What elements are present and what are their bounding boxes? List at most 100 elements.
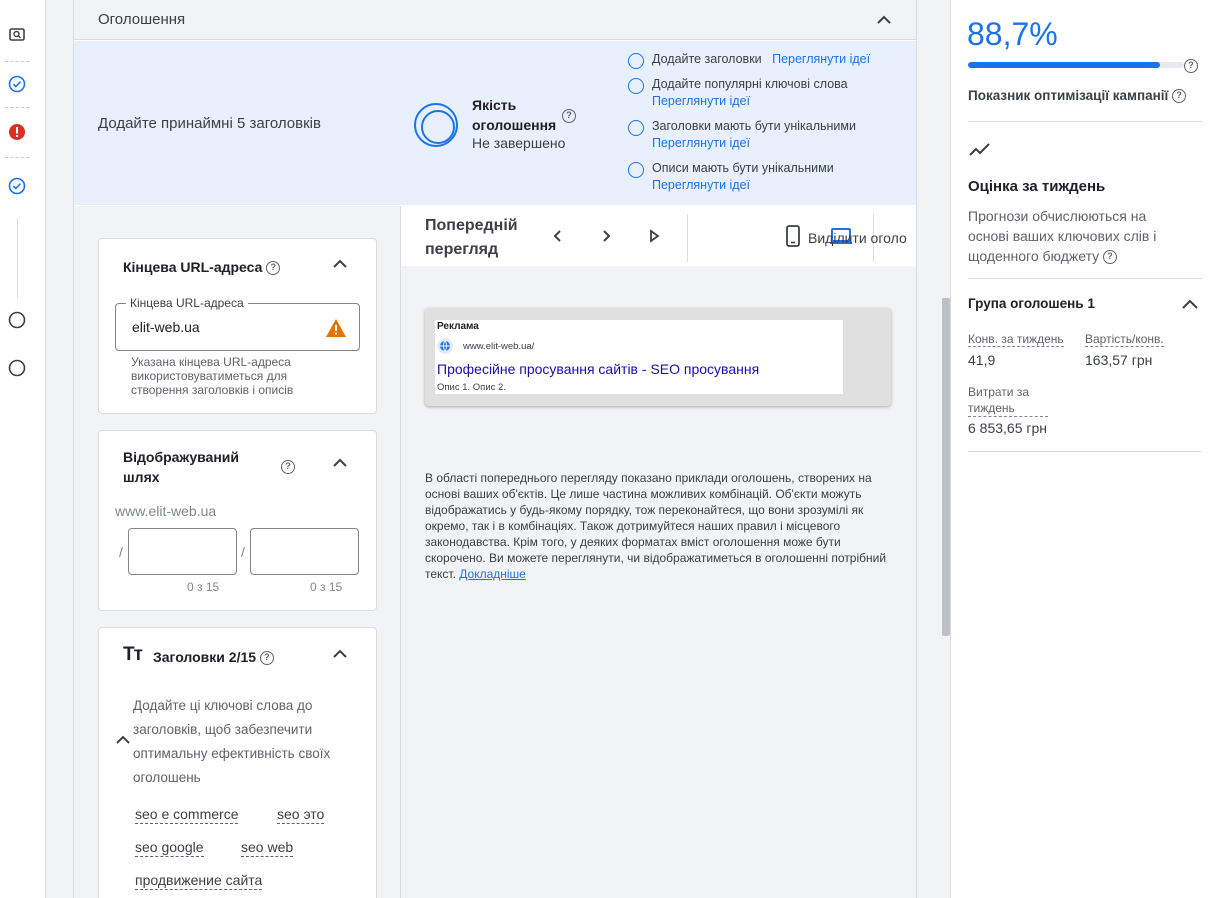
divider: [968, 278, 1202, 279]
path1-counter: 0 з 15: [187, 580, 220, 594]
preview-note-text: В області попереднього перегляду показан…: [425, 471, 887, 581]
ads-card: Оголошення Додайте принаймні 5 заголовкі…: [74, 0, 916, 898]
left-rail: [0, 0, 46, 898]
view-ideas-link[interactable]: Переглянути ідеї: [772, 52, 870, 66]
rail-connector: [17, 218, 18, 298]
metric-value: 163,57 грн: [1085, 352, 1153, 368]
optimization-progress: [968, 62, 1184, 68]
weekly-subtitle: Прогнози обчислюються на основі ваших кл…: [968, 206, 1168, 266]
metric-value: 41,9: [968, 352, 996, 368]
warning-icon: [326, 319, 346, 337]
chevron-right-icon[interactable]: [597, 227, 615, 245]
optimization-progress-fill: [968, 62, 1160, 68]
help-icon[interactable]: ?: [562, 107, 576, 125]
mobile-icon[interactable]: [783, 225, 803, 247]
ad-preview: Реклама www.elit-web.ua/ Професійне прос…: [435, 320, 843, 394]
step-pending-icon[interactable]: [8, 311, 26, 329]
headlines-box: Tт Заголовки 2/15 ? Додайте ці ключові с…: [98, 627, 377, 898]
rail-divider: [5, 107, 29, 108]
chevron-up-icon[interactable]: [1181, 296, 1199, 314]
headlines-title-text: Заголовки 2/15: [153, 649, 257, 665]
final-url-value[interactable]: elit-web.ua: [132, 319, 200, 335]
display-path-box: Відображуваний шлях ? www.elit-web.ua / …: [98, 430, 377, 611]
learn-more-link[interactable]: Докладніше: [459, 567, 526, 581]
help-icon[interactable]: ?: [1172, 89, 1187, 104]
divider: [968, 121, 1202, 122]
chevron-up-icon[interactable]: [115, 732, 131, 748]
final-url-field[interactable]: Кінцева URL-адреса elit-web.ua: [115, 296, 360, 351]
text-format-icon: Tт: [123, 644, 143, 665]
divider: [968, 451, 1202, 452]
chevron-up-icon[interactable]: [332, 256, 348, 272]
ad-description: Опис 1. Опис 2.: [437, 382, 506, 393]
ad-strength-status: Не завершено: [472, 135, 566, 151]
trending-icon: [969, 143, 990, 156]
help-icon[interactable]: ?: [1184, 59, 1198, 73]
tip-text: Додайте популярні ключові слова: [652, 77, 848, 91]
help-icon[interactable]: ?: [281, 460, 295, 474]
keyword-chip[interactable]: seo e commerce: [135, 806, 239, 824]
step-pending-icon[interactable]: [8, 359, 26, 377]
optimization-score: 88,7%: [967, 16, 1058, 52]
chevron-up-icon[interactable]: [332, 646, 348, 662]
headlines-title: Заголовки 2/15 ?: [153, 649, 274, 666]
preview-note: В області попереднього перегляду показан…: [425, 470, 891, 582]
view-ideas-link[interactable]: Переглянути ідеї: [652, 177, 916, 194]
ad-editor-column: Кінцева URL-адреса ? Кінцева URL-адреса …: [74, 206, 401, 898]
play-icon[interactable]: [645, 227, 663, 245]
tip-item: Описи мають бути унікальними Переглянути…: [626, 160, 916, 194]
chevron-up-icon[interactable]: [876, 12, 892, 28]
ad-strength-ring-icon: [414, 103, 458, 147]
globe-icon: [437, 338, 453, 354]
ad-preview-frame: Реклама www.elit-web.ua/ Професійне прос…: [425, 308, 891, 406]
help-icon[interactable]: ?: [259, 651, 274, 666]
step-complete-icon[interactable]: [8, 177, 26, 195]
keyword-chip[interactable]: seo это: [277, 806, 325, 824]
keyword-chip[interactable]: seo web: [241, 839, 294, 857]
rail-divider: [5, 61, 29, 62]
ad-strength-panel: Додайте принаймні 5 заголовків Якість ог…: [74, 41, 916, 205]
ad-strength-tips: Додайте заголовки Переглянути ідеї Додай…: [626, 51, 916, 202]
rail-divider: [5, 157, 29, 158]
empty-circle-icon: [628, 53, 644, 69]
path1-input[interactable]: [128, 528, 237, 575]
preview-icon[interactable]: [8, 26, 26, 44]
metric-value: 6 853,65 грн: [968, 420, 1048, 436]
step-complete-icon[interactable]: [8, 75, 26, 93]
tip-text: Описи мають бути унікальними: [652, 161, 834, 175]
preview-title: Попередній перегляд: [425, 217, 518, 258]
optimization-label: Показник оптимізації кампанії ?: [968, 88, 1187, 104]
keyword-chip[interactable]: продвижение сайта: [135, 872, 263, 890]
ad-strength-label: Якість оголошення: [472, 97, 557, 133]
tip-text: Заголовки мають бути унікальними: [652, 119, 856, 133]
final-url-helper: Указана кінцева URL-адреса використовува…: [131, 355, 294, 397]
final-url-title: Кінцева URL-адреса ?: [123, 259, 281, 276]
weekly-subtitle-text: Прогнози обчислюються на основі ваших кл…: [968, 208, 1157, 264]
weekly-title: Оцінка за тиждень: [968, 178, 1106, 195]
tip-item: Заголовки мають бути унікальними Перегля…: [626, 118, 916, 152]
help-icon[interactable]: ?: [1103, 250, 1118, 265]
display-path-title: Відображуваний шлях: [123, 449, 240, 485]
chevron-left-icon[interactable]: [549, 227, 567, 245]
chevron-up-icon[interactable]: [332, 455, 348, 471]
ads-section-header[interactable]: Оголошення: [74, 0, 916, 40]
keyword-chip[interactable]: seo google: [135, 839, 204, 857]
path2-counter: 0 з 15: [310, 580, 343, 594]
view-ideas-link[interactable]: Переглянути ідеї: [652, 135, 916, 152]
path2-input[interactable]: [250, 528, 359, 575]
metric-label: Вартість/конв.: [1085, 332, 1164, 347]
empty-circle-icon: [628, 162, 644, 178]
ad-label: Реклама: [437, 321, 479, 332]
ad-url: www.elit-web.ua/: [463, 341, 535, 352]
metric-label: Конв. за тиждень: [968, 332, 1064, 347]
view-ideas-link[interactable]: Переглянути ідеї: [652, 93, 916, 110]
help-icon[interactable]: ?: [266, 261, 281, 276]
highlight-toggle[interactable]: Виділити оголо: [808, 230, 907, 246]
step-error-icon[interactable]: [8, 123, 26, 141]
section-title: Оголошення: [98, 11, 186, 28]
toolbar-divider: [687, 214, 688, 262]
preview-toolbar: Попередній перегляд Виділити оголо: [401, 206, 916, 266]
display-path-domain: www.elit-web.ua: [115, 503, 217, 519]
tip-item: Додайте заголовки Переглянути ідеї: [626, 51, 916, 69]
scrollbar[interactable]: [942, 298, 950, 636]
